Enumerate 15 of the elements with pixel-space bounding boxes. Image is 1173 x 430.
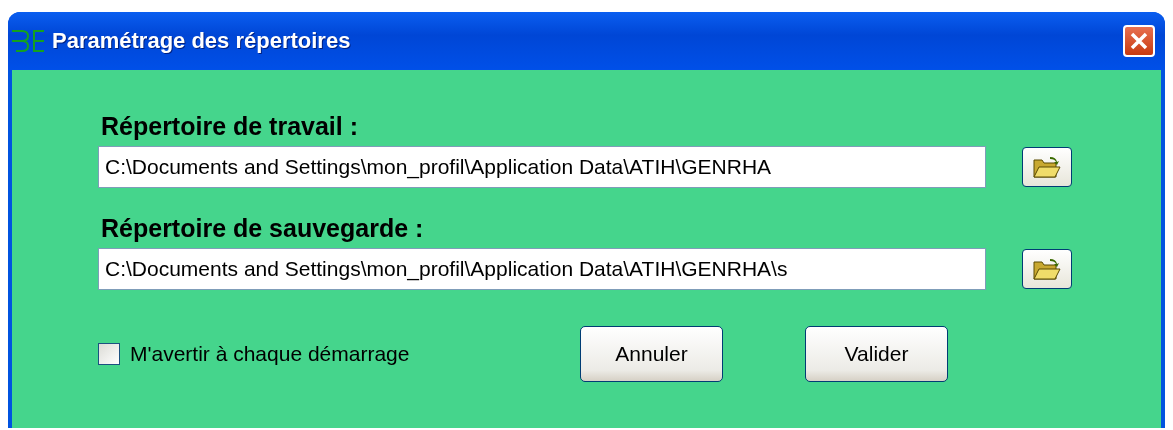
- browse-button[interactable]: [1022, 249, 1072, 289]
- folder-icon: [1032, 257, 1062, 281]
- field-label: Répertoire de sauvegarde :: [101, 214, 425, 243]
- warn-checkbox[interactable]: [98, 343, 120, 365]
- close-button[interactable]: [1123, 25, 1155, 57]
- field-label: Répertoire de travail :: [101, 112, 360, 141]
- window-title: Paramétrage des répertoires: [52, 28, 352, 54]
- dialog-button[interactable]: Annuler: [580, 326, 723, 382]
- checkbox-label: M'avertir à chaque démarrage: [130, 342, 411, 366]
- browse-button[interactable]: [1022, 147, 1072, 187]
- dialog-button[interactable]: Valider: [805, 326, 948, 382]
- folder-icon: [1032, 155, 1062, 179]
- path-field[interactable]: C:\Documents and Settings\mon_profil\Application Data\ATIH\GENRHA: [98, 146, 986, 188]
- close-icon: [1129, 31, 1149, 51]
- path-field[interactable]: C:\Documents and Settings\mon_profil\Application Data\ATIH\GENRHA\s: [98, 248, 986, 290]
